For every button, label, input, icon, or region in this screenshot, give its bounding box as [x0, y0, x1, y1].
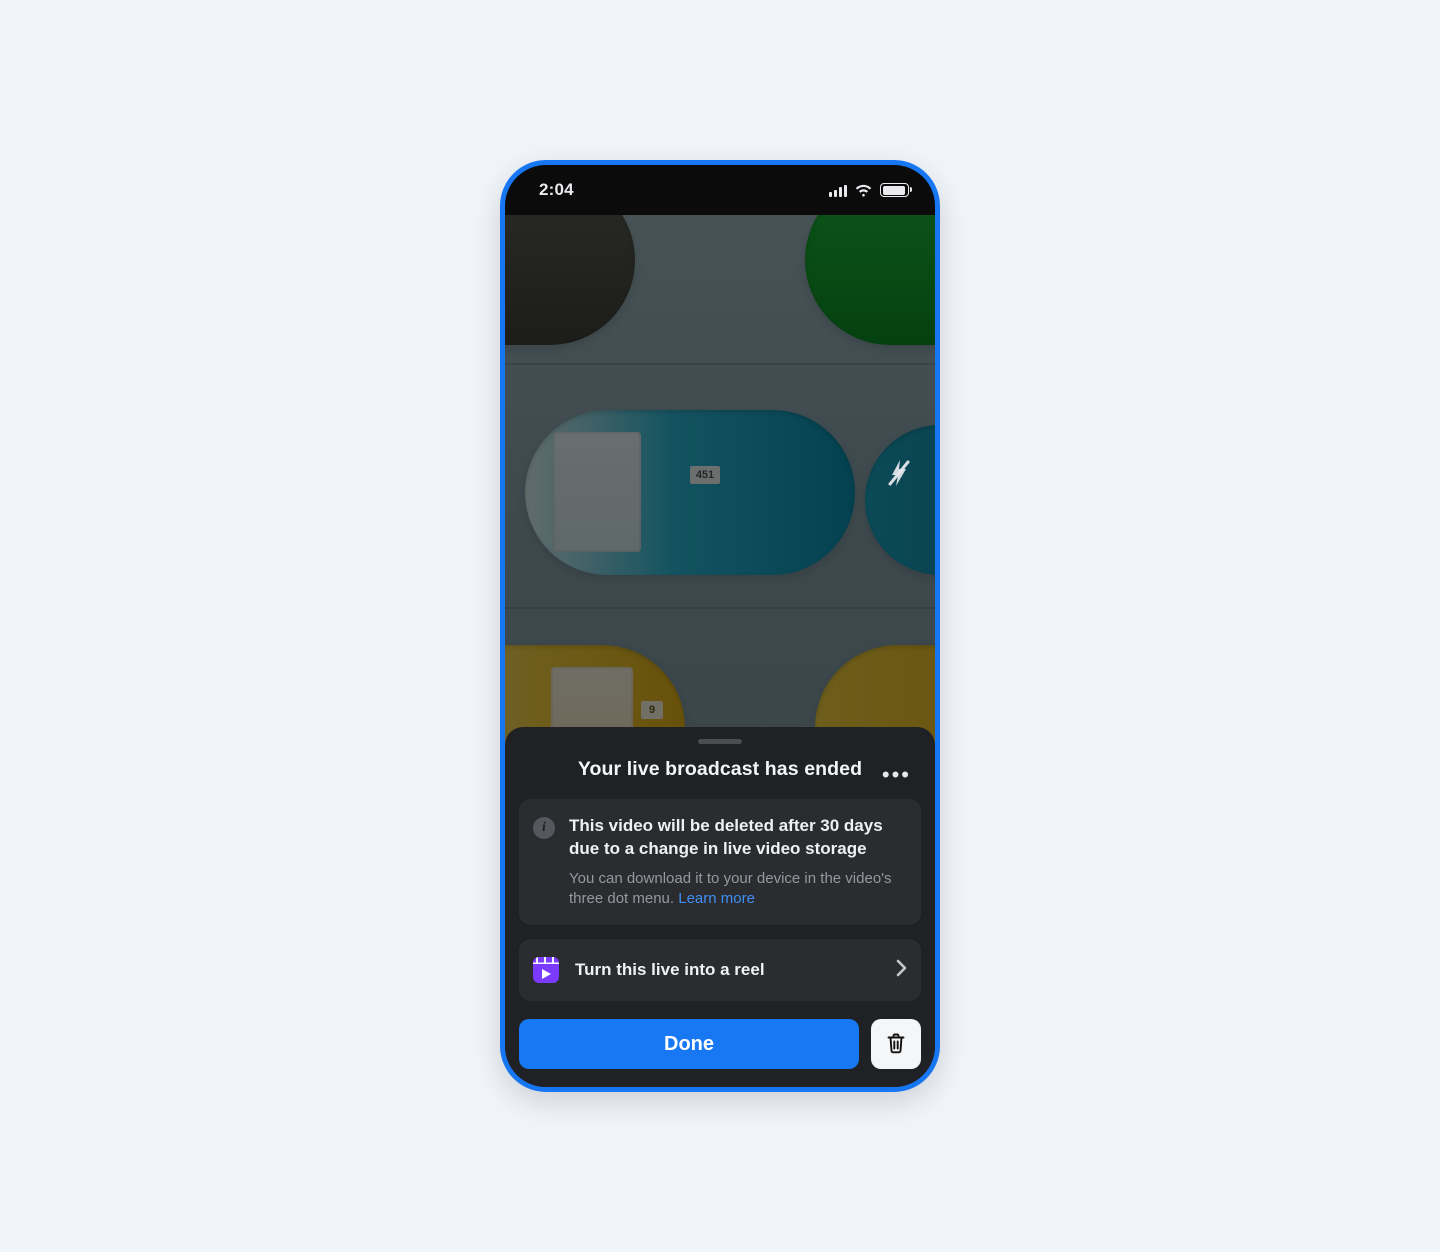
- reel-label: Turn this live into a reel: [575, 960, 880, 980]
- page-background: 2:04: [145, 31, 1295, 1221]
- phone-frame: 2:04: [500, 160, 940, 1092]
- status-bar: 2:04: [505, 165, 935, 215]
- sheet-title: Your live broadcast has ended: [578, 758, 862, 781]
- notice-subtext: You can download it to your device in th…: [569, 869, 905, 910]
- sheet-header: Your live broadcast has ended •••: [519, 758, 921, 799]
- done-button[interactable]: Done: [519, 1019, 859, 1069]
- info-icon: i: [533, 817, 555, 839]
- trash-icon: [886, 1032, 906, 1057]
- wifi-icon: [854, 183, 873, 197]
- sheet-actions: Done: [519, 1019, 921, 1069]
- status-time: 2:04: [539, 180, 574, 200]
- flash-off-icon[interactable]: [887, 459, 911, 492]
- sheet-grabber[interactable]: [698, 739, 742, 744]
- chevron-right-icon: [896, 959, 907, 982]
- more-options-button[interactable]: •••: [880, 760, 913, 790]
- delete-button[interactable]: [871, 1019, 921, 1069]
- notice-heading: This video will be deleted after 30 days…: [569, 815, 905, 861]
- learn-more-link[interactable]: Learn more: [678, 890, 755, 907]
- bottom-sheet: Your live broadcast has ended ••• i This…: [505, 727, 935, 1087]
- battery-icon: [880, 183, 909, 197]
- status-indicators: [829, 183, 909, 197]
- storage-notice-card: i This video will be deleted after 30 da…: [519, 799, 921, 925]
- turn-into-reel-button[interactable]: Turn this live into a reel: [519, 939, 921, 1001]
- cellular-signal-icon: [829, 184, 847, 197]
- reels-icon: [533, 957, 559, 983]
